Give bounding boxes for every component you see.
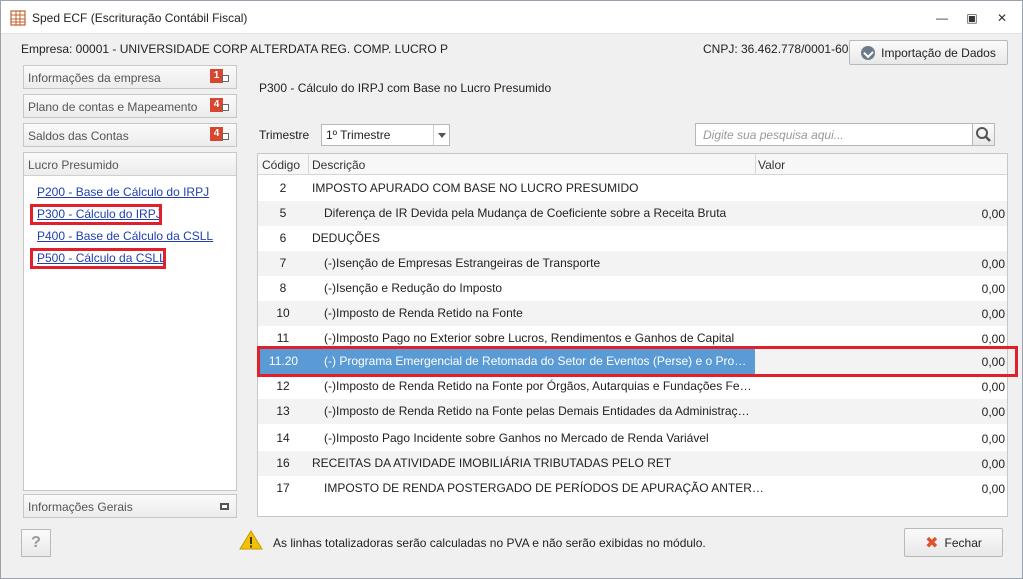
section-title: P300 - Cálculo do IRPJ com Base no Lucro…: [259, 81, 552, 95]
link-p400[interactable]: P400 - Base de Cálculo da CSLL: [37, 229, 213, 243]
row-description: IMPOSTO APURADO COM BASE NO LUCRO PRESUM…: [312, 181, 639, 195]
close-button[interactable]: ✖ Fechar: [904, 528, 1003, 557]
column-divider: [755, 154, 756, 175]
search-input[interactable]: Digite sua pesquisa aqui...: [695, 123, 973, 146]
search-icon: [976, 127, 991, 142]
warning-message: As linhas totalizadoras serão calculadas…: [273, 536, 706, 550]
app-window: Sped ECF (Escrituração Contábil Fiscal) …: [0, 0, 1023, 579]
row-value[interactable]: 0,00: [982, 307, 1005, 321]
ledger-app-icon: [10, 10, 26, 26]
download-icon: [861, 45, 876, 60]
sidebar-item-chart-of-accounts[interactable]: Plano de contas e Mapeamento 4: [23, 94, 237, 118]
column-divider: [308, 154, 309, 175]
table-row[interactable]: 2 IMPOSTO APURADO COM BASE NO LUCRO PRES…: [258, 176, 1007, 201]
row-value[interactable]: 0,00: [982, 482, 1005, 496]
sidebar-item-label: Plano de contas e Mapeamento: [28, 100, 198, 114]
restore-icon[interactable]: ▣: [962, 9, 982, 27]
row-description: (-)Isenção de Empresas Estrangeiras de T…: [324, 256, 601, 270]
table-row[interactable]: 17 IMPOSTO DE RENDA POSTERGADO DE PERÍOD…: [258, 476, 1007, 501]
row-code: 11: [276, 331, 290, 345]
warning-icon: [239, 530, 263, 550]
row-value[interactable]: 0,00: [982, 457, 1005, 471]
expand-icon[interactable]: [222, 133, 229, 140]
import-data-button[interactable]: Importação de Dados: [849, 40, 1008, 65]
data-grid: Código Descrição Valor 2 IMPOSTO APURADO…: [257, 153, 1008, 517]
row-code: 10: [276, 306, 290, 320]
highlight-box-p500: [30, 248, 166, 269]
row-code: 14: [276, 431, 290, 445]
chevron-down-icon[interactable]: [433, 125, 449, 145]
row-description: (-)Imposto Pago Incidente sobre Ganhos n…: [324, 431, 709, 445]
row-code: 2: [279, 181, 287, 195]
sidebar-group-lucro-presumido: Lucro Presumido P200 - Base de Cálculo d…: [23, 152, 237, 491]
row-description: (-)Imposto de Renda Retido na Fonte: [324, 306, 523, 320]
table-row[interactable]: 10 (-)Imposto de Renda Retido na Fonte 0…: [258, 301, 1007, 326]
window-title: Sped ECF (Escrituração Contábil Fiscal): [32, 11, 248, 25]
row-code: 17: [276, 481, 290, 495]
row-description: (-)Isenção e Redução do Imposto: [324, 281, 503, 295]
cnpj-label: CNPJ: 36.462.778/0001-60: [703, 42, 849, 56]
row-code: 5: [279, 206, 287, 220]
row-description: (-)Imposto Pago no Exterior sobre Lucros…: [324, 331, 735, 345]
row-description: DEDUÇÕES: [312, 231, 381, 245]
table-row[interactable]: 12 (-)Imposto de Renda Retido na Fonte p…: [258, 374, 1007, 399]
row-value[interactable]: 0,00: [982, 405, 1005, 419]
expand-icon[interactable]: [220, 503, 229, 510]
row-code: 13: [276, 404, 290, 418]
row-code: 16: [276, 456, 290, 470]
row-value[interactable]: 0,00: [982, 207, 1005, 221]
table-row[interactable]: 5 Diferença de IR Devida pela Mudança de…: [258, 201, 1007, 226]
quarter-label: Trimestre: [259, 128, 310, 142]
sidebar-item-label: Saldos das Contas: [28, 129, 129, 143]
close-button-label: Fechar: [944, 535, 982, 550]
table-row[interactable]: 7 (-)Isenção de Empresas Estrangeiras de…: [258, 251, 1007, 276]
row-value[interactable]: 0,00: [982, 282, 1005, 296]
quarter-value: 1º Trimestre: [326, 128, 391, 142]
sidebar-item-label: Informações da empresa: [28, 71, 161, 85]
row-value[interactable]: 0,00: [982, 432, 1005, 446]
title-bar: Sped ECF (Escrituração Contábil Fiscal) …: [1, 1, 1022, 34]
sidebar-item-account-balances[interactable]: Saldos das Contas 4: [23, 123, 237, 147]
close-icon[interactable]: ✕: [992, 9, 1012, 27]
sidebar-group-title[interactable]: Lucro Presumido: [24, 153, 236, 176]
row-value[interactable]: 0,00: [982, 332, 1005, 346]
row-value[interactable]: 0,00: [982, 380, 1005, 394]
table-row[interactable]: 8 (-)Isenção e Redução do Imposto 0,00: [258, 276, 1007, 301]
help-button[interactable]: ?: [21, 529, 51, 557]
sidebar-item-label: Informações Gerais: [28, 500, 133, 514]
minimize-icon[interactable]: —: [932, 9, 952, 27]
expand-icon[interactable]: [222, 75, 229, 82]
row-code: 12: [276, 379, 290, 393]
expand-icon[interactable]: [222, 104, 229, 111]
table-row[interactable]: 13 (-)Imposto de Renda Retido na Fonte p…: [258, 399, 1007, 424]
sidebar-item-company-info[interactable]: Informações da empresa 1: [23, 65, 237, 89]
company-label: Empresa: 00001 - UNIVERSIDADE CORP ALTER…: [21, 42, 449, 56]
row-description: (-)Imposto de Renda Retido na Fonte por …: [324, 379, 756, 393]
quarter-select[interactable]: 1º Trimestre: [321, 124, 450, 146]
row-code: 8: [279, 281, 287, 295]
table-row[interactable]: 16 RECEITAS DA ATIVIDADE IMOBILIÁRIA TRI…: [258, 451, 1007, 476]
search-button[interactable]: [972, 123, 995, 146]
table-row[interactable]: 6 DEDUÇÕES: [258, 226, 1007, 251]
row-description: (-)Imposto de Renda Retido na Fonte pela…: [324, 404, 756, 418]
column-header-code[interactable]: Código: [262, 158, 300, 172]
column-header-description[interactable]: Descrição: [312, 158, 365, 172]
row-description: RECEITAS DA ATIVIDADE IMOBILIÁRIA TRIBUT…: [312, 456, 672, 470]
grid-header: Código Descrição Valor: [258, 154, 1007, 175]
row-value[interactable]: 0,00: [982, 257, 1005, 271]
close-x-icon: ✖: [925, 534, 939, 552]
row-code: 7: [279, 256, 287, 270]
highlight-box-row-11-20: [257, 346, 1018, 377]
column-header-value[interactable]: Valor: [758, 158, 785, 172]
import-data-label: Importação de Dados: [881, 45, 996, 60]
highlight-box-p300: [30, 204, 162, 225]
row-description: IMPOSTO DE RENDA POSTERGADO DE PERÍODOS …: [324, 481, 764, 495]
row-description: Diferença de IR Devida pela Mudança de C…: [324, 206, 727, 220]
row-code: 6: [279, 231, 287, 245]
table-row[interactable]: 14 (-)Imposto Pago Incidente sobre Ganho…: [258, 426, 1007, 451]
link-p200[interactable]: P200 - Base de Cálculo do IRPJ: [37, 185, 209, 199]
sidebar-item-general-info[interactable]: Informações Gerais: [23, 494, 237, 518]
